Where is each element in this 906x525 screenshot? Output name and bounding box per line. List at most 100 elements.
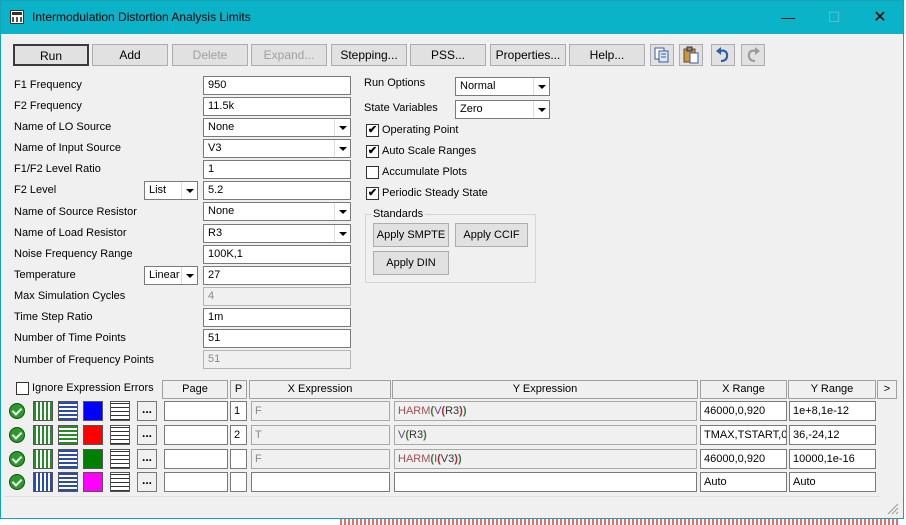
f2-level-mode-select[interactable]: List: [144, 181, 198, 200]
table-icon[interactable]: [110, 401, 130, 421]
chevron-down-icon[interactable]: [334, 119, 350, 136]
page-cell[interactable]: [164, 401, 228, 421]
y-expression-cell[interactable]: V(R3): [394, 425, 697, 445]
chevron-down-icon[interactable]: [181, 182, 197, 199]
y-expression-cell[interactable]: HARM(V(R3)): [394, 401, 697, 421]
y-range-cell[interactable]: 1e+8,1e-12: [789, 401, 876, 421]
load-resistor-select[interactable]: R3: [203, 224, 351, 243]
temperature-mode-select[interactable]: Linear: [144, 266, 198, 285]
grid-vertical-icon[interactable]: [33, 401, 53, 421]
p-cell[interactable]: [230, 472, 247, 492]
more-options-button[interactable]: ...: [137, 425, 157, 445]
f1-frequency-input[interactable]: 950: [203, 76, 351, 95]
more-options-button[interactable]: ...: [137, 449, 157, 469]
x-range-cell[interactable]: TMAX,TSTART,0.: [700, 425, 787, 445]
table-icon[interactable]: [110, 425, 130, 445]
y-range-cell[interactable]: Auto: [789, 472, 876, 492]
color-swatch[interactable]: [83, 449, 103, 469]
chevron-down-icon[interactable]: [334, 225, 350, 242]
horizontal-scrollbar[interactable]: [5, 496, 880, 515]
properties-button[interactable]: Properties...: [490, 44, 566, 66]
more-options-button[interactable]: ...: [137, 472, 157, 492]
apply-din-button[interactable]: Apply DIN: [373, 251, 449, 275]
enabled-icon[interactable]: [9, 427, 25, 443]
resize-grip-icon[interactable]: [885, 501, 899, 515]
grid-vertical-icon[interactable]: [33, 425, 53, 445]
operating-point-checkbox[interactable]: ✔: [366, 124, 379, 137]
input-source-select[interactable]: V3: [203, 139, 351, 158]
max-cycles-input[interactable]: 4: [203, 287, 351, 306]
pss-button[interactable]: PSS...: [410, 44, 486, 66]
chevron-down-icon[interactable]: [533, 101, 549, 118]
chevron-down-icon[interactable]: [533, 78, 549, 95]
auto-scale-checkbox[interactable]: ✔: [366, 145, 379, 158]
apply-ccif-button[interactable]: Apply CCIF: [455, 223, 528, 247]
p-cell[interactable]: 2: [230, 425, 247, 445]
color-swatch[interactable]: [83, 401, 103, 421]
noise-range-input[interactable]: 100K,1: [203, 245, 351, 264]
table-icon[interactable]: [110, 449, 130, 469]
p-cell[interactable]: 1: [230, 401, 247, 421]
x-range-cell[interactable]: Auto: [700, 472, 787, 492]
x-range-header[interactable]: X Range: [700, 380, 787, 399]
grid-vertical-icon[interactable]: [33, 449, 53, 469]
close-button[interactable]: ✕: [857, 1, 903, 34]
chevron-down-icon[interactable]: [334, 203, 350, 220]
scroll-columns-button[interactable]: >: [877, 380, 897, 399]
x-expression-cell[interactable]: F: [251, 449, 390, 469]
y-expression-cell[interactable]: HARM(I(V3)): [394, 449, 697, 469]
p-column-header[interactable]: P: [230, 380, 247, 399]
page-column-header[interactable]: Page: [162, 380, 228, 399]
stepping-button[interactable]: Stepping...: [331, 44, 407, 66]
page-cell[interactable]: [164, 425, 228, 445]
maximize-button[interactable]: ☐: [811, 1, 857, 34]
freq-points-input[interactable]: 51: [203, 350, 351, 369]
x-expression-header[interactable]: X Expression: [249, 380, 391, 399]
x-expression-cell[interactable]: F: [251, 401, 390, 421]
more-options-button[interactable]: ...: [137, 401, 157, 421]
undo-button[interactable]: [711, 44, 735, 66]
time-points-input[interactable]: 51: [203, 329, 351, 348]
color-swatch[interactable]: [83, 425, 103, 445]
help-button[interactable]: Help...: [569, 44, 645, 66]
redo-button[interactable]: [741, 44, 765, 66]
chevron-down-icon[interactable]: [181, 267, 197, 284]
delete-button[interactable]: Delete: [172, 44, 248, 66]
time-step-input[interactable]: 1m: [203, 308, 351, 327]
run-button[interactable]: Run: [13, 44, 89, 66]
y-range-cell[interactable]: 10000,1e-16: [789, 449, 876, 469]
grid-horizontal-icon[interactable]: [58, 449, 78, 469]
page-cell[interactable]: [164, 472, 228, 492]
ignore-errors-checkbox[interactable]: [16, 382, 29, 395]
run-options-select[interactable]: Normal: [455, 77, 550, 96]
enabled-icon[interactable]: [9, 403, 25, 419]
apply-smpte-button[interactable]: Apply SMPTE: [373, 223, 449, 247]
y-range-cell[interactable]: 36,-24,12: [789, 425, 876, 445]
grid-horizontal-icon[interactable]: [58, 425, 78, 445]
expand-button[interactable]: Expand...: [251, 44, 327, 66]
x-expression-cell[interactable]: [251, 472, 390, 492]
source-resistor-select[interactable]: None: [203, 202, 351, 221]
state-variables-select[interactable]: Zero: [455, 100, 550, 119]
x-expression-cell[interactable]: T: [251, 425, 390, 445]
y-expression-header[interactable]: Y Expression: [392, 380, 698, 399]
color-swatch[interactable]: [83, 472, 103, 492]
copy-button[interactable]: [650, 44, 674, 66]
periodic-checkbox[interactable]: ✔: [366, 187, 379, 200]
grid-horizontal-icon[interactable]: [58, 401, 78, 421]
grid-vertical-icon[interactable]: [33, 472, 53, 492]
enabled-icon[interactable]: [9, 474, 25, 490]
f2-level-input[interactable]: 5.2: [203, 181, 351, 200]
f2-frequency-input[interactable]: 11.5k: [203, 97, 351, 116]
y-expression-cell[interactable]: [394, 472, 697, 492]
paste-button[interactable]: [679, 44, 703, 66]
page-cell[interactable]: [164, 449, 228, 469]
table-icon[interactable]: [110, 472, 130, 492]
enabled-icon[interactable]: [9, 451, 25, 467]
lo-source-select[interactable]: None: [203, 118, 351, 137]
accumulate-checkbox[interactable]: [366, 166, 379, 179]
grid-horizontal-icon[interactable]: [58, 472, 78, 492]
minimize-button[interactable]: —: [765, 1, 811, 34]
p-cell[interactable]: [230, 449, 247, 469]
x-range-cell[interactable]: 46000,0,920: [700, 401, 787, 421]
